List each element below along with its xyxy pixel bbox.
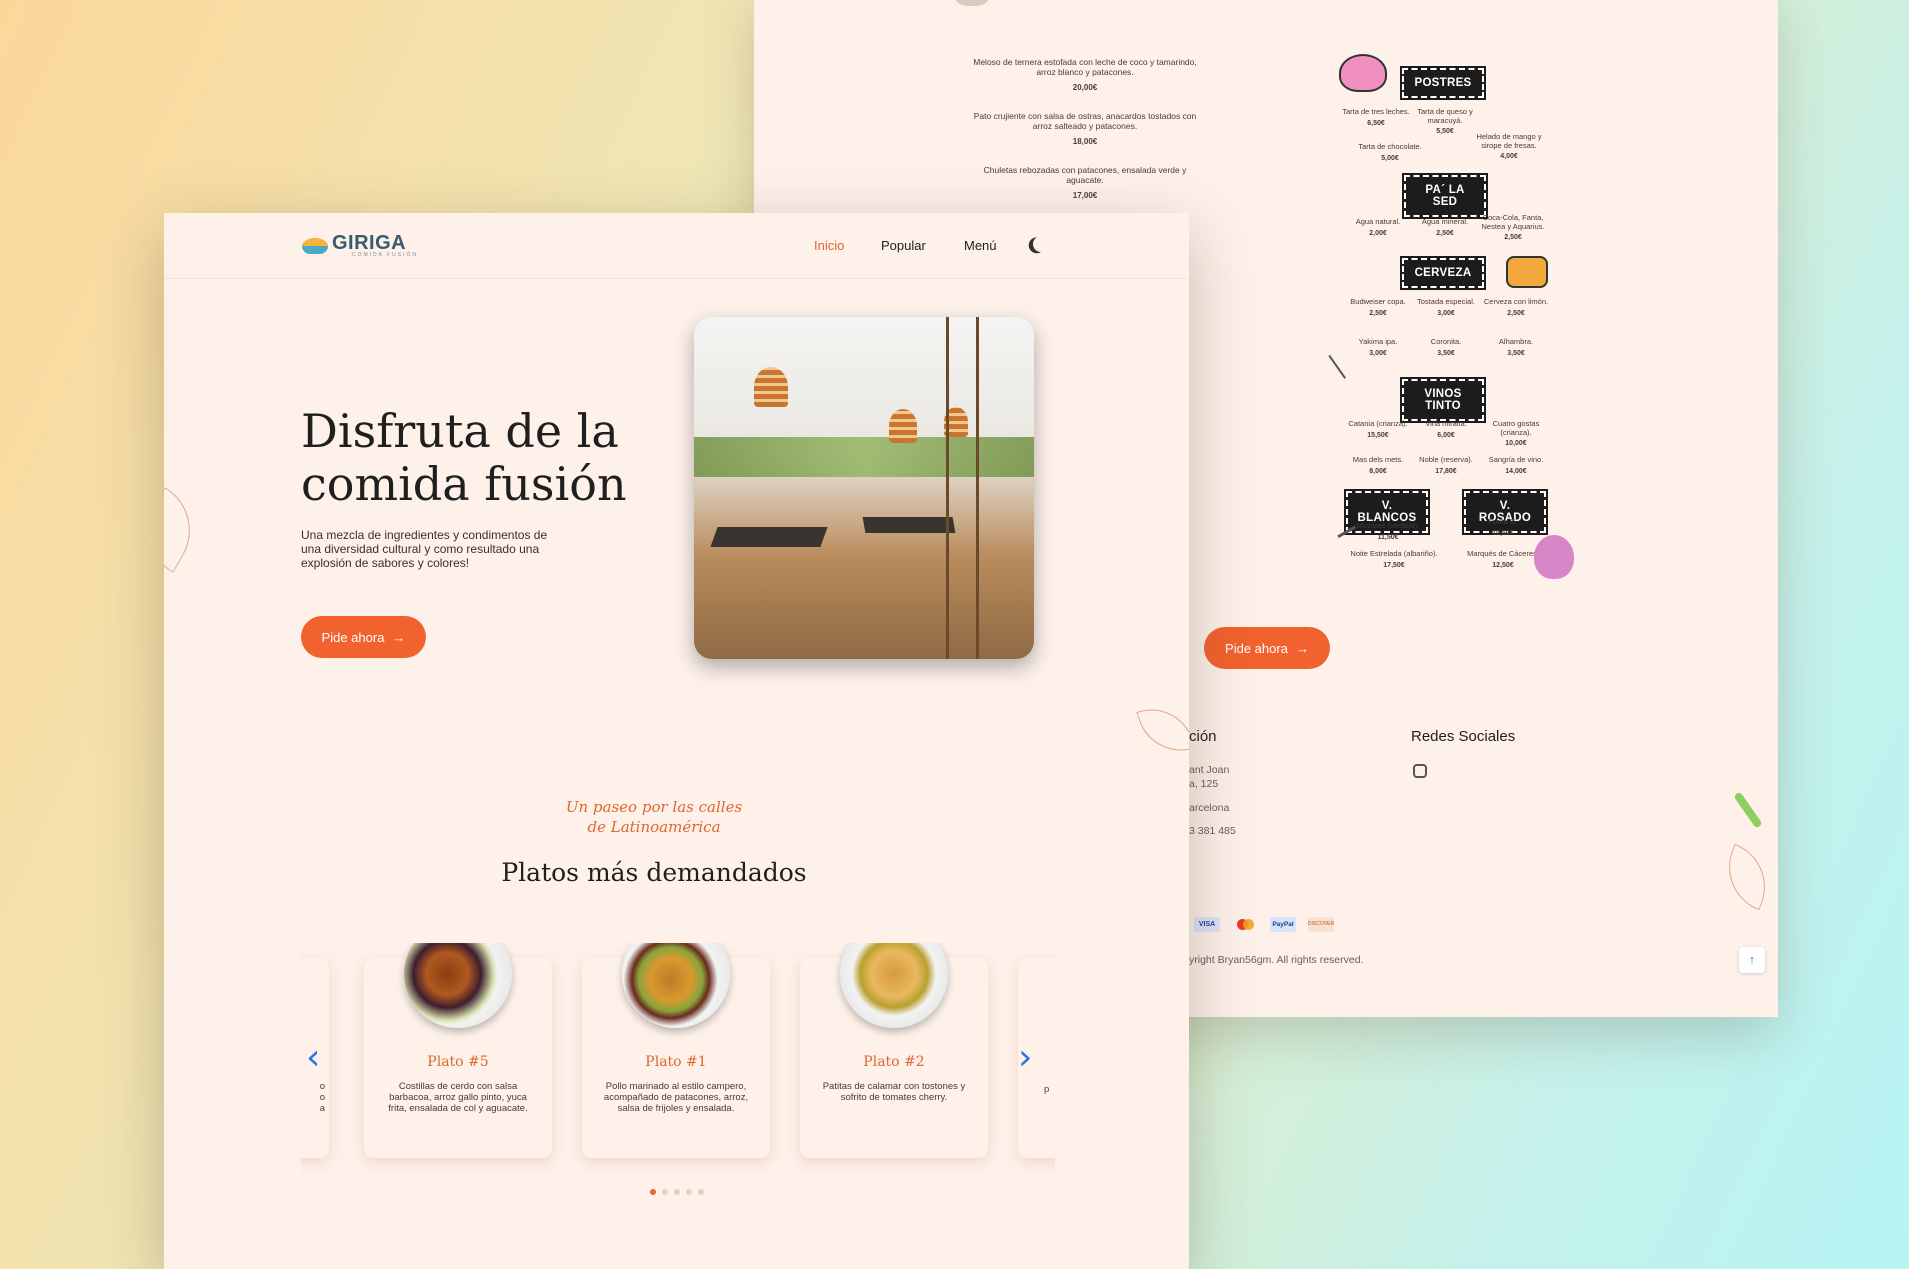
logo-tagline: COMIDA FUSIÓN <box>352 252 419 258</box>
paypal-icon: PayPal <box>1270 917 1296 932</box>
mastercard-icon <box>1232 917 1258 932</box>
discover-icon: DISCOVER <box>1308 917 1334 932</box>
card-title: Plato #5 <box>427 1054 489 1070</box>
carousel: o o a Plato #5 Costillas de cerdo con sa… <box>301 943 1055 1173</box>
carousel-prev-button[interactable]: ‹ <box>306 1040 320 1076</box>
header: GIRIGA COMIDA FUSIÓN Inicio Popular Menú <box>164 213 1189 279</box>
menu-item: Viña miralta. 6,00€ <box>1425 419 1467 439</box>
cake-icon <box>1339 54 1387 92</box>
footer-line: a, 125 <box>1189 778 1219 790</box>
nav-menu[interactable]: Menú <box>964 238 997 253</box>
pagination-dot[interactable] <box>686 1189 692 1195</box>
visa-icon: VISA <box>1194 917 1220 932</box>
plate-decoration-icon <box>952 0 992 6</box>
card-desc: Patitas de calamar con tostones y sofrit… <box>822 1081 966 1103</box>
footer-line: arcelona <box>1189 802 1230 814</box>
section-title: Platos más demandados <box>501 858 807 887</box>
moon-icon[interactable] <box>1032 235 1051 254</box>
social-title: Redes Sociales <box>1411 728 1516 745</box>
card-title: Plato #2 <box>863 1054 925 1070</box>
section-title-vinos-tinto: VINOS TINTO <box>1400 377 1486 423</box>
dish-card[interactable]: Plato #2 Patitas de calamar con tostones… <box>800 943 988 1158</box>
leaf-decoration-icon <box>1716 843 1778 911</box>
leaf-decoration-icon <box>1136 697 1189 763</box>
dish-image <box>840 943 948 1028</box>
leaf-decoration-icon <box>164 487 209 573</box>
card-desc: Costillas de cerdo con salsa barbacoa, a… <box>388 1081 528 1114</box>
menu-item: Mozares (verdejo). 11,50€ <box>1356 521 1420 541</box>
logo[interactable]: GIRIGA COMIDA FUSIÓN <box>302 233 418 258</box>
front-page-screenshot: GIRIGA COMIDA FUSIÓN Inicio Popular Menú… <box>164 213 1189 1269</box>
menu-item: Noite Estrelada (albariño). 17,50€ <box>1350 549 1438 569</box>
carousel-next-button[interactable]: › <box>1018 1040 1032 1076</box>
menu-item: Helado de mango y sirope de fresas. 4,00€ <box>1476 132 1542 161</box>
pagination-dot[interactable] <box>650 1189 656 1195</box>
copyright: yright Bryan56gm. All rights reserved. <box>1189 954 1364 966</box>
beer-icon <box>1506 256 1548 288</box>
section-title-cerveza: CERVEZA <box>1400 256 1486 290</box>
footer-line: ant Joan <box>1189 764 1230 776</box>
menu-item: Tarta de tres leches. 6,50€ <box>1342 107 1410 127</box>
card-desc: o o a <box>319 1081 325 1114</box>
menu-item: Tarta de chocolate. 5,00€ <box>1358 142 1422 162</box>
pagination-dot[interactable] <box>662 1189 668 1195</box>
hero-description: Una mezcla de ingredientes y condimentos… <box>301 528 548 570</box>
card-desc: Pollo marinado al estilo campero, acompa… <box>603 1081 749 1114</box>
instagram-icon[interactable] <box>1413 764 1427 778</box>
menu-dish: Chuletas rebozadas con patacones, ensala… <box>983 165 1187 200</box>
arrow-up-icon: ↑ <box>1748 952 1756 967</box>
arrow-right-icon: → <box>392 629 406 645</box>
menu-item: Cuatro gostas (crianza). 10,00€ <box>1492 419 1540 448</box>
nav-popular[interactable]: Popular <box>881 238 926 253</box>
section-title-sed: PA´ LA SED <box>1402 173 1488 219</box>
nav-inicio[interactable]: Inicio <box>814 238 844 253</box>
pagination-dot[interactable] <box>674 1189 680 1195</box>
menu-item: Coca-Cola, Fanta, Nestea y Aquarius. 2,50… <box>1481 213 1545 242</box>
hero-title: Disfruta de la comida fusión <box>301 404 627 511</box>
pagination-dot[interactable] <box>698 1189 704 1195</box>
menu-item: Sangría de vino. 14,00€ <box>1488 455 1544 475</box>
dish-image <box>622 943 730 1028</box>
menu-item: Marqués de Cáceres. 12,50€ <box>1467 549 1539 569</box>
logo-name: GIRIGA <box>332 232 407 254</box>
card-title: Plato #1 <box>645 1054 707 1070</box>
wine-glass-icon <box>1534 535 1574 579</box>
scroll-top-button[interactable]: ↑ <box>1739 947 1765 973</box>
carousel-pagination <box>650 1189 704 1195</box>
menu-item: Coronita. 3,50€ <box>1430 337 1462 357</box>
section-subtitle: Un paseo por las calles de Latinoamérica <box>565 798 743 836</box>
sun-palm-icon <box>302 237 328 254</box>
order-now-button[interactable]: Pide ahora → <box>1204 627 1330 669</box>
footer-contact-title: ción <box>1189 728 1217 745</box>
section-title-postres: POSTRES <box>1400 66 1486 100</box>
menu-item: Noble (reserva). 17,80€ <box>1419 455 1473 475</box>
menu-dish: Pato crujiente con salsa de ostras, anac… <box>973 111 1197 146</box>
menu-item: Tostada especial. 3,00€ <box>1417 297 1475 317</box>
restaurant-interior-image <box>694 317 1034 659</box>
arrow-right-icon: → <box>1295 640 1309 656</box>
order-now-button[interactable]: Pide ahora → <box>301 616 426 658</box>
dish-card[interactable]: Plato #5 Costillas de cerdo con salsa ba… <box>364 943 552 1158</box>
menu-item: Punto G. 10,50€ <box>1488 517 1518 537</box>
card-desc: p <box>1044 1084 1050 1095</box>
menu-dish: Meloso de ternera estofada con leche de … <box>973 57 1197 92</box>
menu-item: Cerveza con limón. 2,50€ <box>1483 297 1549 317</box>
dish-card[interactable]: Plato #1 Pollo marinado al estilo camper… <box>582 943 770 1158</box>
dish-image <box>404 943 512 1028</box>
footer-line: 3 381 485 <box>1189 825 1236 837</box>
menu-item: Alhambra. 3,50€ <box>1498 337 1534 357</box>
